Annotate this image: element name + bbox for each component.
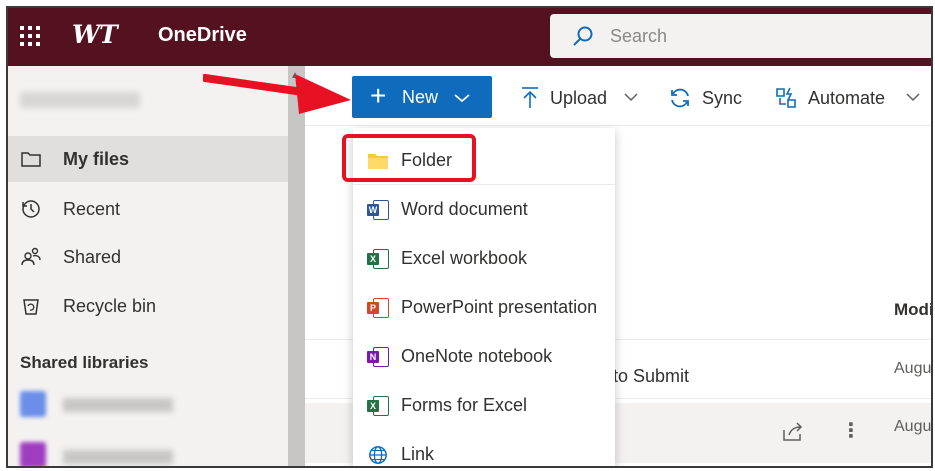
menu-item-label: Word document <box>401 199 528 219</box>
forms-excel-icon: X <box>367 396 389 416</box>
menu-item-excel-workbook[interactable]: X Excel workbook <box>353 236 615 282</box>
left-nav: My files Recent Shared Recycle bin Share… <box>8 66 288 466</box>
sync-button[interactable]: Sync <box>668 86 748 110</box>
app-name[interactable]: OneDrive <box>158 24 247 47</box>
sidebar-item-label: Recycle bin <box>63 296 157 316</box>
user-name <box>20 92 140 108</box>
modified-column-header[interactable]: Modi <box>894 300 931 320</box>
chevron-down-icon <box>624 93 638 102</box>
onenote-icon: N <box>367 347 389 367</box>
chevron-down-icon <box>906 93 920 102</box>
sidebar-item-label: Recent <box>63 199 121 219</box>
menu-item-label: PowerPoint presentation <box>401 297 598 317</box>
library-avatar[interactable] <box>20 391 46 417</box>
new-button[interactable]: + New <box>352 76 492 118</box>
chevron-down-icon <box>454 94 470 103</box>
search-icon <box>573 26 593 46</box>
menu-item-label: Forms for Excel <box>401 395 528 415</box>
red-arrow-annotation <box>203 74 351 114</box>
automate-label: Automate <box>808 88 886 108</box>
shared-libraries-heading: Shared libraries <box>20 353 149 372</box>
menu-divider <box>353 184 615 185</box>
library-name[interactable] <box>63 398 173 412</box>
people-icon <box>21 247 41 266</box>
upload-button[interactable]: Upload <box>520 86 640 110</box>
menu-item-forms-for-excel[interactable]: X Forms for Excel <box>353 383 615 429</box>
plus-icon: + <box>370 80 387 111</box>
new-button-label: New <box>402 87 439 107</box>
word-icon: W <box>367 200 389 220</box>
recycle-bin-icon <box>23 299 39 315</box>
automate-icon <box>776 87 796 108</box>
globe-icon <box>369 446 387 464</box>
sidebar-item-my-files[interactable]: My files <box>8 136 288 182</box>
search-input[interactable]: Search <box>610 26 667 47</box>
onedrive-window: WT OneDrive Search My files Recent Share… <box>6 6 933 468</box>
clock-icon <box>22 200 40 218</box>
sidebar-item-recycle-bin[interactable]: Recycle bin <box>8 283 288 329</box>
sidebar-item-label: My files <box>63 149 130 169</box>
sync-icon <box>671 88 689 108</box>
menu-item-link[interactable]: Link <box>353 432 615 466</box>
menu-item-label: Link <box>401 444 435 464</box>
sync-label: Sync <box>702 88 743 108</box>
menu-item-label: Excel workbook <box>401 248 528 268</box>
sidebar-item-recent[interactable]: Recent <box>8 186 288 232</box>
brand-logo[interactable]: WT <box>72 20 118 49</box>
menu-item-powerpoint-presentation[interactable]: P PowerPoint presentation <box>353 285 615 331</box>
upload-icon <box>522 87 538 108</box>
folder-highlight-box <box>342 134 476 182</box>
automate-button[interactable]: Automate <box>774 86 924 110</box>
sidebar-scrollbar[interactable] <box>288 66 305 466</box>
menu-item-label: OneNote notebook <box>401 346 553 366</box>
menu-item-onenote-notebook[interactable]: N OneNote notebook <box>353 334 615 380</box>
file-modified-date: Augus <box>894 418 932 435</box>
library-name[interactable] <box>63 450 173 464</box>
menu-item-word-document[interactable]: W Word document <box>353 187 615 233</box>
sidebar-item-shared[interactable]: Shared <box>8 234 288 280</box>
excel-icon: X <box>367 249 389 269</box>
app-launcher-icon[interactable] <box>18 24 42 48</box>
folder-icon <box>21 152 41 167</box>
top-bar: WT OneDrive Search <box>8 8 931 66</box>
upload-label: Upload <box>550 88 608 108</box>
more-options-icon[interactable]: ⋮ <box>841 418 861 443</box>
search-box[interactable]: Search <box>550 14 931 58</box>
powerpoint-icon: P <box>367 298 389 318</box>
sidebar-item-label: Shared <box>63 247 122 267</box>
file-name[interactable]: to Submit <box>613 366 689 387</box>
library-avatar[interactable] <box>20 442 46 466</box>
share-icon[interactable] <box>782 422 804 442</box>
file-modified-date: Augus <box>894 360 932 377</box>
